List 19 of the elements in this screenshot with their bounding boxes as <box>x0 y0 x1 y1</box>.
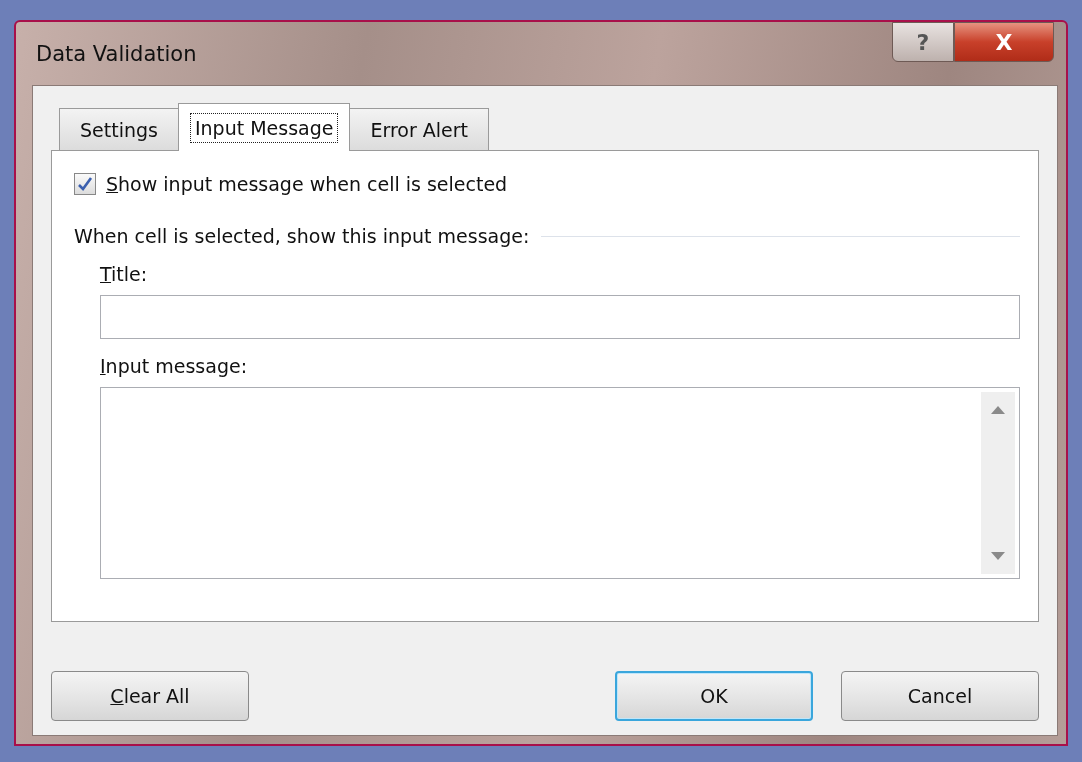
field-label: Input message: <box>100 355 249 377</box>
window-title: Data Validation <box>36 41 197 66</box>
tab[interactable]: Error Alert <box>349 108 490 150</box>
field-label: Title: <box>100 263 149 285</box>
input-message-field[interactable] <box>100 387 1020 579</box>
title-input-field[interactable] <box>100 295 1020 339</box>
close-button[interactable]: X <box>954 22 1054 62</box>
cancel-button[interactable]: Cancel <box>841 671 1039 721</box>
checkbox-label[interactable]: Show input message when cell is selected <box>106 173 508 195</box>
group-label: When cell is selected, show this input message: <box>74 225 530 247</box>
scrollbar[interactable] <box>981 392 1015 574</box>
tab[interactable]: Input Message <box>177 103 351 151</box>
scroll-down-icon[interactable] <box>991 552 1005 560</box>
checkbox[interactable] <box>74 173 96 195</box>
ok-button[interactable]: OK <box>615 671 813 721</box>
tab[interactable]: Settings <box>59 108 179 150</box>
clear-all-button[interactable]: Clear All <box>51 671 249 721</box>
scroll-up-icon[interactable] <box>991 406 1005 414</box>
help-button[interactable]: ? <box>892 22 954 62</box>
